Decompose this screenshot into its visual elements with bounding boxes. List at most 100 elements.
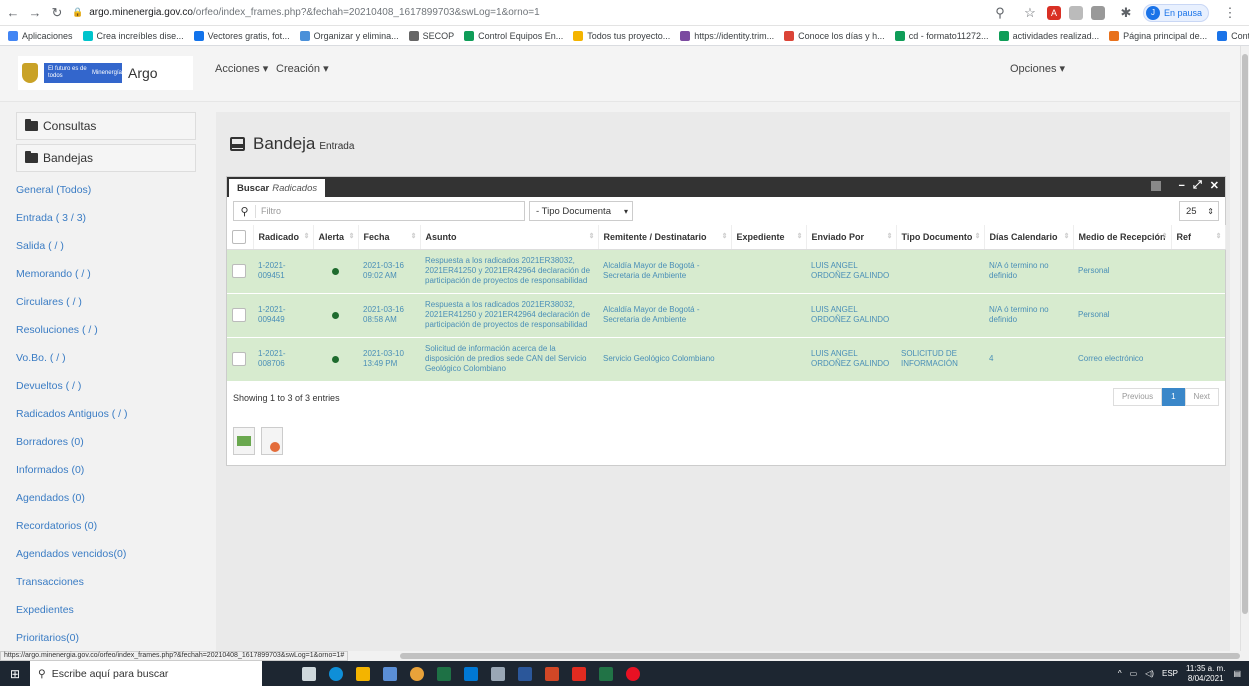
notifications-icon[interactable]: ▤ (1233, 669, 1241, 678)
col-tipo-documento[interactable]: Tipo Documento ⇕ (896, 225, 985, 250)
windows-start-icon[interactable]: ⊞ (0, 667, 30, 681)
extension-icon[interactable] (1068, 5, 1083, 20)
bookmark-item[interactable]: Vectores gratis, fot... (193, 30, 290, 41)
tipo-documento-select[interactable]: - Tipo Documenta ▾ (529, 201, 633, 221)
chrome-icon[interactable] (410, 666, 424, 681)
bookmark-item[interactable]: SECOP (408, 30, 454, 41)
file-explorer-icon[interactable] (356, 666, 370, 681)
app-icon[interactable] (491, 666, 505, 681)
chevron-up-icon[interactable]: ^ (1118, 669, 1122, 678)
filter-input[interactable]: ⚲ Filtro (233, 201, 525, 221)
sidebar-item[interactable]: Borradores (0) (16, 428, 196, 456)
sidebar-consultas[interactable]: Consultas (16, 112, 196, 140)
bookmark-item[interactable]: Contáctanos (1217, 30, 1249, 41)
page-size-select[interactable]: 25 ⇕ (1179, 201, 1219, 221)
puzzle-icon[interactable]: ✱ (1117, 4, 1135, 22)
menu-opciones[interactable]: Opciones ▾ (1010, 62, 1065, 75)
select-all-header[interactable] (227, 225, 254, 250)
bookmark-item[interactable]: https://identity.trim... (680, 30, 774, 41)
bookmark-item[interactable]: Conoce los días y h... (784, 30, 885, 41)
bookmark-item[interactable]: Organizar y elimina... (299, 30, 399, 41)
close-icon[interactable]: ✕ (1210, 179, 1219, 192)
calculator-icon[interactable] (599, 666, 613, 681)
menu-acciones[interactable]: Acciones ▾ (215, 62, 268, 75)
col-asunto[interactable]: Asunto ⇕ (420, 225, 599, 250)
star-icon[interactable]: ☆ (1021, 4, 1039, 22)
scrollbar-thumb[interactable] (400, 653, 1240, 659)
acrobat-icon[interactable] (572, 666, 586, 681)
forward-icon[interactable]: → (26, 4, 44, 22)
col-dias-calendario[interactable]: Días Calendario ⇕ (984, 225, 1074, 250)
row-checkbox[interactable] (232, 308, 246, 322)
sidebar-item[interactable]: Radicados Antiguos ( / ) (16, 400, 196, 428)
menu-kebab-icon[interactable]: ⋮ (1221, 4, 1239, 22)
bookmark-item[interactable]: Aplicaciones (8, 30, 73, 41)
row-checkbox[interactable] (232, 352, 246, 366)
export-pdf-icon[interactable] (261, 427, 283, 455)
menu-creacion[interactable]: Creación ▾ (276, 62, 329, 75)
task-view-icon[interactable] (302, 666, 316, 681)
col-enviado-por[interactable]: Enviado Por ⇕ (806, 225, 897, 250)
profile-button[interactable]: J En pausa (1142, 3, 1209, 22)
sidebar-item[interactable]: Agendados (0) (16, 484, 196, 512)
sidebar-item[interactable]: General (Todos) (16, 176, 196, 204)
clock[interactable]: 11:35 a. m. 8/04/2021 (1186, 664, 1225, 684)
bookmark-item[interactable]: actividades realizad... (998, 30, 1099, 41)
col-alerta[interactable]: Alerta ⇕ (313, 225, 359, 250)
previous-button[interactable]: Previous (1112, 387, 1163, 406)
sidebar-item[interactable]: Transacciones (16, 568, 196, 596)
app-icon[interactable] (626, 666, 640, 681)
sidebar-item[interactable]: Circulares ( / ) (16, 288, 196, 316)
expand-icon[interactable]: ⤢ (1193, 179, 1202, 192)
col-fecha[interactable]: Fecha ⇕ (358, 225, 421, 250)
select-all-checkbox[interactable] (232, 229, 246, 244)
sidebar-item[interactable]: Entrada ( 3 / 3) (16, 204, 196, 232)
row-checkbox[interactable] (232, 264, 246, 278)
sidebar-bandejas[interactable]: Bandejas (16, 144, 196, 172)
bookmark-item[interactable]: Control Equipos En... (464, 30, 563, 41)
reload-icon[interactable]: ↻ (48, 4, 66, 22)
col-expediente[interactable]: Expediente ⇕ (731, 225, 807, 250)
sidebar-item[interactable]: Vo.Bo. ( / ) (16, 344, 196, 372)
edge-icon[interactable] (329, 666, 343, 681)
sidebar-item[interactable]: Informados (0) (16, 456, 196, 484)
sidebar-item[interactable]: Prioritarios(0) (16, 624, 196, 651)
col-medio-recepcion[interactable]: Medio de Recepción ⇕ (1073, 225, 1172, 250)
next-button[interactable]: Next (1184, 387, 1219, 406)
sidebar-item[interactable]: Resoluciones ( / ) (16, 316, 196, 344)
volume-icon[interactable]: ◁) (1145, 669, 1154, 678)
network-icon[interactable]: ▭ (1130, 669, 1138, 678)
extension-icon[interactable] (1090, 5, 1105, 20)
sidebar-item[interactable]: Salida ( / ) (16, 232, 196, 260)
table-row[interactable]: 1-2021-009449 2021-03-16 08:58 AM Respuest… (227, 293, 1225, 337)
minimize-icon[interactable]: − (1179, 180, 1185, 192)
excel-icon[interactable] (437, 666, 451, 681)
sidebar-item[interactable]: Devueltos ( / ) (16, 372, 196, 400)
store-icon[interactable] (383, 666, 397, 681)
back-icon[interactable]: ← (4, 4, 22, 22)
cell-radicado[interactable]: 1-2021-009449 (253, 293, 313, 337)
sidebar-item[interactable]: Agendados vencidos(0) (16, 540, 196, 568)
taskbar-search[interactable]: ⚲ Escribe aquí para buscar (30, 661, 262, 686)
sidebar-item[interactable]: Memorando ( / ) (16, 260, 196, 288)
pdf-extension-icon[interactable]: A (1046, 5, 1061, 20)
col-remitente[interactable]: Remitente / Destinatario ⇕ (598, 225, 732, 250)
col-radicado[interactable]: Radicado ⇕ (253, 225, 314, 250)
sidebar-item[interactable]: Recordatorios (0) (16, 512, 196, 540)
table-row[interactable]: 1-2021-009451 2021-03-16 09:02 AM Respuest… (227, 249, 1225, 293)
cell-radicado[interactable]: 1-2021-009451 (253, 249, 313, 293)
zoom-icon[interactable]: ⚲ (991, 4, 1009, 22)
sidebar-item[interactable]: Expedientes (16, 596, 196, 624)
mail-icon[interactable] (464, 666, 478, 681)
panel-color-icon[interactable] (1150, 180, 1161, 191)
bookmark-item[interactable]: Todos tus proyecto... (573, 30, 670, 41)
bookmark-item[interactable]: Página principal de... (1109, 30, 1207, 41)
scrollbar-thumb[interactable] (1242, 54, 1248, 614)
powerpoint-icon[interactable] (545, 666, 559, 681)
export-excel-icon[interactable] (233, 427, 255, 455)
col-ref[interactable]: Ref ⇕ (1171, 225, 1226, 250)
bookmark-item[interactable]: Crea increíbles dise... (82, 30, 184, 41)
table-row[interactable]: 1-2021-008706 2021-03-10 13:49 PM Solicitu… (227, 337, 1225, 381)
cell-radicado[interactable]: 1-2021-008706 (253, 337, 313, 381)
vertical-scrollbar[interactable] (1240, 46, 1249, 651)
